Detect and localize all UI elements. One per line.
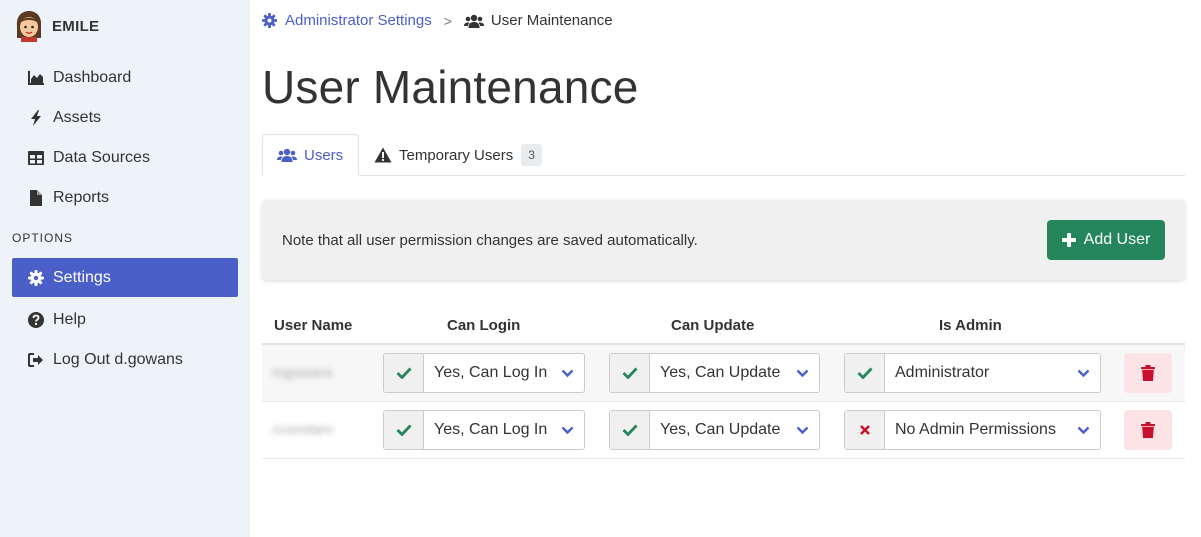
file-icon <box>28 189 44 206</box>
check-icon <box>845 354 885 392</box>
count-badge: 3 <box>521 144 542 166</box>
delete-user-button[interactable] <box>1124 353 1172 393</box>
can-update-value: Yes, Can Update <box>660 421 781 438</box>
can-update-select[interactable]: Yes, Can Update <box>609 353 820 393</box>
breadcrumb-separator: > <box>443 12 452 29</box>
can-login-select[interactable]: Yes, Can Log In <box>383 410 585 450</box>
users-icon <box>463 14 484 28</box>
check-icon <box>610 411 650 449</box>
page-title: User Maintenance <box>262 61 639 113</box>
notice-text: Note that all user permission changes ar… <box>282 232 698 249</box>
brand[interactable]: EMILE <box>14 10 99 42</box>
header-user-name: User Name <box>274 317 353 334</box>
can-login-value: Yes, Can Log In <box>434 421 548 438</box>
sidebar-item-label: Help <box>53 310 86 328</box>
users-icon <box>277 148 297 162</box>
question-circle-icon <box>28 311 44 328</box>
table-icon <box>28 150 44 166</box>
options-section-label: OPTIONS <box>12 231 74 245</box>
sidebar-item-label: Assets <box>53 108 102 126</box>
breadcrumb-parent-label: Administrator Settings <box>285 12 432 29</box>
table-row: rogowans Yes, Can Log In Yes, Can Update <box>262 345 1185 402</box>
sidebar-item-label: Data Sources <box>53 148 150 166</box>
tab-temporary-users[interactable]: Temporary Users 3 <box>374 134 542 176</box>
notice-panel: Note that all user permission changes ar… <box>262 200 1185 280</box>
tab-label: Temporary Users <box>399 146 514 164</box>
cross-icon <box>845 411 885 449</box>
can-update-select[interactable]: Yes, Can Update <box>609 410 820 450</box>
table-row: ccsmdaro Yes, Can Log In Yes, Can Update <box>262 402 1185 459</box>
can-login-value: Yes, Can Log In <box>434 364 548 381</box>
user-name: ccsmdaro <box>272 421 333 437</box>
check-icon <box>384 354 424 392</box>
user-name: rogowans <box>272 364 333 380</box>
is-admin-value: No Admin Permissions <box>895 421 1056 438</box>
plus-icon <box>1061 233 1076 247</box>
sidebar-item-label: Settings <box>53 268 111 286</box>
breadcrumb-current: User Maintenance <box>463 12 613 29</box>
sign-out-icon <box>28 352 44 368</box>
gear-icon <box>262 13 277 28</box>
avatar-logo-icon <box>16 11 42 42</box>
chevron-down-icon <box>561 426 574 434</box>
sidebar-item-dashboard[interactable]: Dashboard <box>12 58 238 97</box>
delete-user-button[interactable] <box>1124 410 1172 450</box>
chevron-down-icon <box>1077 369 1090 377</box>
header-can-login: Can Login <box>447 317 521 334</box>
sidebar: EMILE Dashboard Assets Data Sources Repo… <box>0 0 250 537</box>
chevron-down-icon <box>561 369 574 377</box>
trash-icon <box>1141 365 1155 381</box>
app-name: EMILE <box>52 17 100 35</box>
sidebar-item-help[interactable]: Help <box>12 300 238 339</box>
chevron-down-icon <box>796 426 809 434</box>
main-content: Administrator Settings > User Maintenanc… <box>250 0 1201 537</box>
is-admin-value: Administrator <box>895 364 990 381</box>
chevron-down-icon <box>1077 426 1090 434</box>
header-can-update: Can Update <box>671 317 755 334</box>
sidebar-item-reports[interactable]: Reports <box>12 178 238 217</box>
tab-label: Users <box>304 146 344 164</box>
tab-bar: Users Temporary Users 3 <box>262 134 1185 176</box>
can-update-value: Yes, Can Update <box>660 364 781 381</box>
is-admin-select[interactable]: Administrator <box>844 353 1101 393</box>
tab-users[interactable]: Users <box>262 134 359 176</box>
bolt-icon <box>28 109 44 126</box>
breadcrumb: Administrator Settings > User Maintenanc… <box>262 12 613 29</box>
gear-icon <box>28 269 44 286</box>
trash-icon <box>1141 422 1155 438</box>
sidebar-item-data-sources[interactable]: Data Sources <box>12 138 238 177</box>
add-user-button[interactable]: Add User <box>1047 220 1165 260</box>
sidebar-item-logout[interactable]: Log Out d.gowans <box>12 340 238 379</box>
sidebar-item-assets[interactable]: Assets <box>12 98 238 137</box>
sidebar-item-label: Dashboard <box>53 68 132 86</box>
sidebar-item-settings[interactable]: Settings <box>12 258 238 297</box>
add-user-label: Add User <box>1083 231 1151 248</box>
header-is-admin: Is Admin <box>939 317 1002 334</box>
users-table: User Name Can Login Can Update Is Admin … <box>262 308 1185 459</box>
sidebar-item-label: Log Out d.gowans <box>53 350 183 368</box>
table-header: User Name Can Login Can Update Is Admin <box>262 308 1185 345</box>
chevron-down-icon <box>796 369 809 377</box>
warning-icon <box>374 147 392 163</box>
is-admin-select[interactable]: No Admin Permissions <box>844 410 1101 450</box>
check-icon <box>610 354 650 392</box>
sidebar-item-label: Reports <box>53 188 110 206</box>
check-icon <box>384 411 424 449</box>
breadcrumb-current-label: User Maintenance <box>490 12 613 29</box>
can-login-select[interactable]: Yes, Can Log In <box>383 353 585 393</box>
chart-area-icon <box>28 70 44 86</box>
breadcrumb-parent[interactable]: Administrator Settings <box>262 12 432 29</box>
